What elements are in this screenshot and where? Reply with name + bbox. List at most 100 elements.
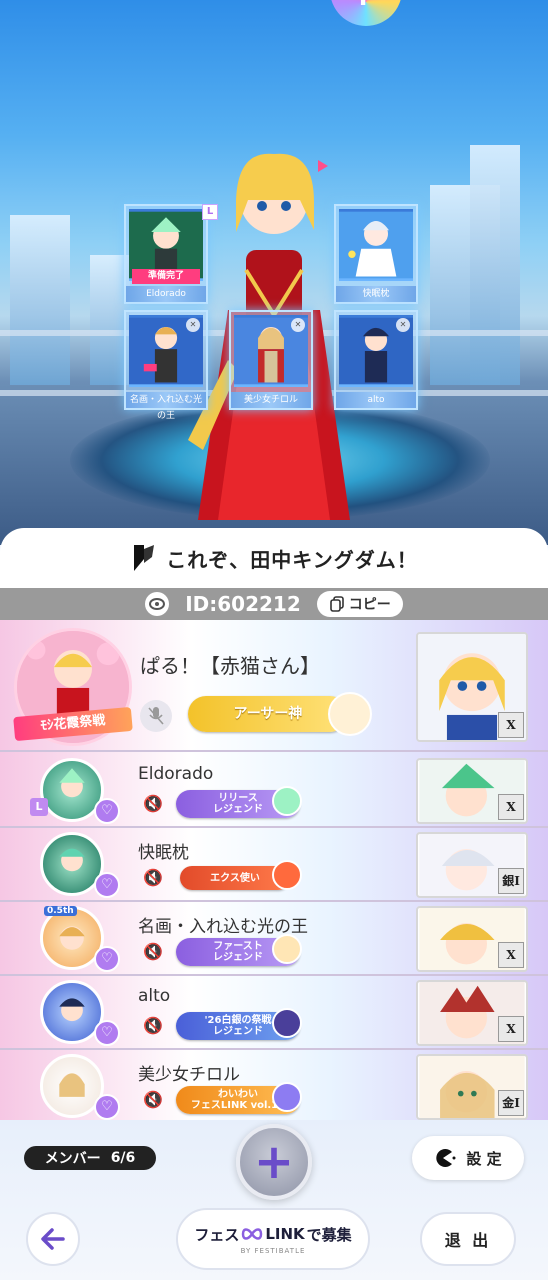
member-portrait: X [416, 758, 528, 824]
exit-button[interactable]: 退 出 [420, 1212, 516, 1266]
speaker-muted-icon[interactable]: 🔇 [140, 1012, 166, 1038]
member-row[interactable]: ♡ 快眠枕 🔇 エクス使い 銀I [0, 828, 548, 902]
party-card-eldorado[interactable]: 準備完了 Eldorado L [124, 204, 218, 304]
leader-tag: L [30, 798, 48, 816]
member-name: 名画・入れ込む光の王 [138, 917, 308, 937]
recruit-festlink-button[interactable]: フェス LINK で募集 BY FESTIBATLE [176, 1208, 370, 1270]
party-card-chiroru[interactable]: ✕ 美少女チロル [229, 310, 313, 410]
muted-icon: ✕ [396, 318, 410, 332]
title-character-icon [328, 692, 372, 736]
link-loop-icon [242, 1228, 263, 1240]
avatar-frame-label: 0.5th [44, 906, 77, 916]
muted-icon: ✕ [186, 318, 200, 332]
friend-heart-icon: ♡ [94, 798, 120, 824]
arrow-left-icon [41, 1228, 65, 1250]
settings-button[interactable]: 設 定 [412, 1136, 524, 1180]
rank-badge: X [498, 712, 524, 738]
room-id-bar: ID:602212 コピー [0, 588, 548, 620]
member-list: ﾓｼ花霞祭戦 ぱる！【赤猫さん】 アーサー神 X L ♡ Eldorado 🔇 … [0, 620, 548, 1120]
friend-heart-icon: ♡ [94, 946, 120, 972]
party-card-name: 名画・入れ込む光の王 [126, 392, 206, 421]
member-portrait: X [416, 906, 528, 972]
title-line2: レジェンド [213, 1026, 263, 1037]
title-line1: エクス使い [210, 872, 260, 884]
lobby-scene: ✚ 準備完了 Eldorado L 快眠枕 ✕ 名画・入れ込む光の王 [0, 0, 548, 545]
friend-heart-icon: ♡ [94, 1020, 120, 1046]
party-card-name: 快眠枕 [336, 286, 416, 302]
background-building [10, 215, 70, 385]
party-card-art [339, 209, 413, 281]
party-card-name: 美少女チロル [231, 392, 311, 408]
title-line2: フェスLINK vol.11 [190, 1100, 286, 1111]
title-line1: '26白銀の祭戦 [204, 1015, 272, 1026]
member-name: Eldorado [138, 764, 214, 784]
member-count: 6/6 [110, 1150, 136, 1166]
speaker-muted-icon[interactable]: 🔇 [140, 864, 166, 890]
speaker-muted-icon[interactable]: 🔇 [140, 1086, 166, 1112]
background-building [470, 145, 520, 385]
leader-portrait: X [416, 632, 528, 742]
title-character-icon [272, 934, 302, 964]
team-banner: これぞ、田中キングダム！ [0, 528, 548, 588]
copy-button[interactable]: コピー [316, 591, 403, 617]
member-name: 快眠枕 [138, 843, 189, 863]
member-portrait: 金I [416, 1054, 528, 1120]
rank-badge: X [498, 794, 524, 820]
leader-title-badge: アーサー神 [188, 696, 348, 732]
team-emblem-icon [134, 545, 155, 571]
recruit-link: LINK [265, 1225, 305, 1243]
title-character-icon [272, 1082, 302, 1112]
eye-icon[interactable] [145, 592, 170, 616]
member-row[interactable]: 0.5th ♡ 名画・入れ込む光の王 🔇 ファースト レジェンド X [0, 902, 548, 976]
settings-icon [436, 1149, 456, 1167]
member-name: alto [138, 986, 171, 1006]
mic-muted-icon[interactable] [140, 700, 172, 732]
member-name: 美少女チロル [138, 1065, 240, 1085]
title-line1: わいわい [218, 1089, 258, 1100]
team-slogan: これぞ、田中キングダム！ [166, 547, 418, 572]
rank-badge: 金I [498, 1090, 524, 1116]
title-character-icon [272, 860, 302, 890]
member-label: メンバー [44, 1151, 101, 1167]
title-line2: レジェンド [213, 952, 263, 963]
rank-badge: X [498, 1016, 524, 1042]
leader-name: ぱる！【赤猫さん】 [140, 654, 320, 678]
member-row[interactable]: L ♡ Eldorado 🔇 リリース レジェンド X [0, 754, 548, 828]
party-card-name: alto [336, 392, 416, 408]
add-member-button[interactable]: + [236, 1124, 312, 1200]
back-button[interactable] [26, 1212, 80, 1266]
leader-tag: L [202, 204, 218, 220]
party-card-name: Eldorado [126, 286, 206, 302]
title-character-icon [272, 786, 302, 816]
speaker-muted-icon[interactable]: 🔇 [140, 790, 166, 816]
bottom-controls: メンバー 6/6 + 設 定 フェス LINK で募集 BY FESTIBATL… [0, 1120, 548, 1280]
title-line1: ファースト [213, 941, 263, 952]
ready-status-badge: 準備完了 [132, 269, 200, 284]
member-row[interactable]: ♡ alto 🔇 '26白銀の祭戦 レジェンド X [0, 976, 548, 1050]
title-line2: レジェンド [213, 804, 263, 815]
member-row[interactable]: ♡ 美少女チロル 🔇 わいわい フェスLINK vol.11 金I [0, 1050, 548, 1124]
rank-badge: 銀I [498, 868, 524, 894]
plus-icon: + [253, 1134, 295, 1190]
friend-heart-icon: ♡ [94, 1094, 120, 1120]
menu-orb-icon[interactable]: ✚ [330, 0, 402, 26]
recruit-subtitle: BY FESTIBATLE [240, 1246, 306, 1255]
exit-label: 退 出 [444, 1231, 492, 1250]
copy-label: コピー [348, 597, 391, 613]
title-character-icon [272, 1008, 302, 1038]
friend-heart-icon: ♡ [94, 872, 120, 898]
member-count-pill: メンバー 6/6 [24, 1146, 156, 1170]
recruit-suffix: で募集 [306, 1225, 352, 1244]
title-line1: リリース [218, 793, 258, 804]
speaker-muted-icon[interactable]: 🔇 [140, 938, 166, 964]
recruit-brand: フェス [194, 1225, 240, 1244]
party-card-alto[interactable]: ✕ alto [334, 310, 418, 410]
party-card-kaiminmakura[interactable]: 快眠枕 [334, 204, 418, 304]
party-card-meiga[interactable]: ✕ 名画・入れ込む光の王 [124, 310, 208, 421]
member-portrait: 銀I [416, 832, 528, 898]
leader-row[interactable]: ﾓｼ花霞祭戦 ぱる！【赤猫さん】 アーサー神 X [0, 620, 548, 752]
copy-icon [329, 596, 344, 612]
member-portrait: X [416, 980, 528, 1046]
muted-icon: ✕ [291, 318, 305, 332]
room-id: ID:602212 [185, 592, 301, 616]
